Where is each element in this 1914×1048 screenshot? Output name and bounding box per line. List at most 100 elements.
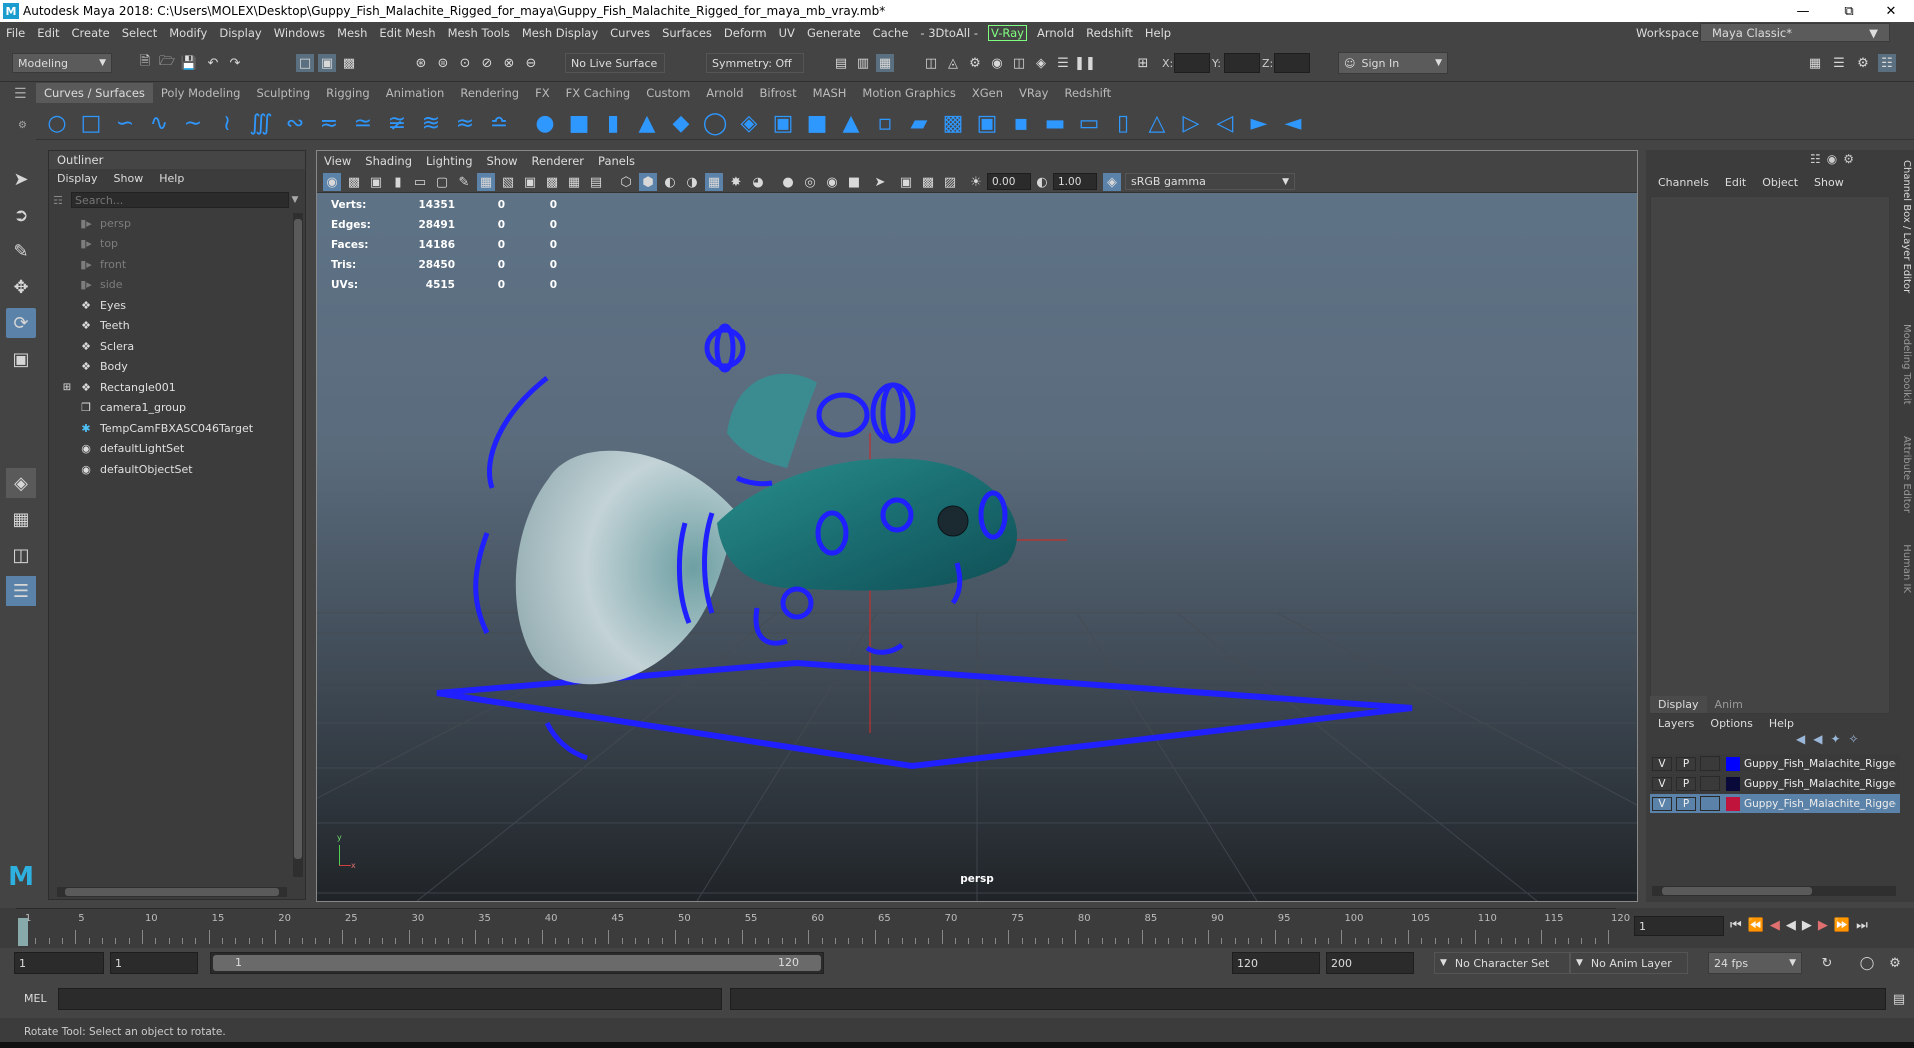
outliner-item[interactable]: ▮▸ persp xyxy=(49,213,285,233)
construction-history-icon[interactable]: ▥ xyxy=(854,54,872,72)
snap-grid-icon[interactable]: ⊛ xyxy=(412,54,430,72)
menu-item[interactable]: File xyxy=(0,26,31,40)
snap-surface-icon[interactable]: ⊗ xyxy=(500,54,518,72)
expand-icon[interactable]: ⊞ xyxy=(57,382,77,393)
sculpt-geometry-icon[interactable]: ▷ xyxy=(1178,110,1204,136)
film-gate-icon[interactable]: ▧ xyxy=(499,173,517,191)
textured-icon[interactable]: ▦ xyxy=(705,173,723,191)
grease-pencil-icon[interactable]: ✎ xyxy=(455,173,473,191)
use-all-lights-icon[interactable]: ✸ xyxy=(727,173,745,191)
shelf-tab[interactable]: Sculpting xyxy=(248,83,318,103)
move-tool-icon[interactable]: ✥ xyxy=(6,272,36,302)
revolve-icon[interactable]: ◈ xyxy=(736,110,762,136)
four-view-icon[interactable]: ▦ xyxy=(6,504,36,534)
shelf-tab[interactable]: Animation xyxy=(378,83,453,103)
layer-color-swatch[interactable] xyxy=(1726,776,1740,791)
layer-color-swatch[interactable] xyxy=(1726,796,1740,811)
loft-icon[interactable]: ▣ xyxy=(770,110,796,136)
rebuild-curve-icon[interactable]: ≆ xyxy=(384,110,410,136)
xray-joints-icon[interactable]: ▩ xyxy=(919,173,937,191)
viewport-panel[interactable]: View Shading Lighting Show Renderer Panels ◉ … xyxy=(316,150,1638,902)
field-chart-icon[interactable]: ▦ xyxy=(565,173,583,191)
stitch-icon[interactable]: △ xyxy=(1144,110,1170,136)
tool-settings-small-icon[interactable]: ⚙ xyxy=(1843,152,1854,166)
planar-icon[interactable]: ■ xyxy=(804,110,830,136)
ep-curve-icon[interactable]: ∿ xyxy=(146,110,172,136)
layer-tab-anim[interactable]: Anim xyxy=(1707,696,1751,713)
step-back-key-icon[interactable]: ⏪ xyxy=(1748,918,1764,933)
minimize-icon[interactable]: — xyxy=(1780,0,1826,22)
outliner-item[interactable]: ◉ defaultLightSet xyxy=(49,439,285,459)
new-layer-icon[interactable]: ✦ xyxy=(1830,732,1840,746)
shelf-tab[interactable]: FX xyxy=(527,83,558,103)
range-bar[interactable]: 1 120 xyxy=(210,952,824,974)
outliner-item[interactable]: ◉ defaultObjectSet xyxy=(49,459,285,479)
layer-row[interactable]: V P Guppy_Fish_Malachite_Rigged xyxy=(1650,794,1900,813)
bezier-curve-icon[interactable]: ≀ xyxy=(214,110,240,136)
image-plane-icon[interactable]: ▭ xyxy=(411,173,429,191)
lasso-tool-icon[interactable]: ➲ xyxy=(6,200,36,230)
offset-curve-icon[interactable]: ≋ xyxy=(418,110,444,136)
wireframe-icon[interactable]: ⬡ xyxy=(617,173,635,191)
mel-label[interactable]: MEL xyxy=(24,992,47,1005)
timeline-ruler[interactable]: 1 5 10 15 20 25 30 35 40 45 50 55 60 65 70 75 80 85 90 95 10… xyxy=(16,908,1630,948)
shelf-settings-icon[interactable]: ⚙ xyxy=(18,120,27,131)
menu-item[interactable]: Generate xyxy=(801,26,867,40)
outliner-item[interactable]: ❒ camera1_group xyxy=(49,398,285,418)
maximize-icon[interactable]: ⧉ xyxy=(1826,0,1872,22)
screen-space-ao-icon[interactable]: ● xyxy=(779,173,797,191)
anim-layer-dropdown[interactable]: ▼ No Anim Layer xyxy=(1570,952,1688,974)
nurbs-circle-icon[interactable]: ○ xyxy=(44,110,70,136)
attribute-editor-icon[interactable]: ☰ xyxy=(1830,54,1848,72)
exposure-field[interactable]: 0.00 xyxy=(987,173,1031,190)
extend-curve-icon[interactable]: ≈ xyxy=(452,110,478,136)
menu-item[interactable]: Modify xyxy=(163,26,213,40)
menu-vray[interactable]: V-Ray xyxy=(988,25,1027,41)
display-toggle-icon[interactable]: ▦ xyxy=(876,54,894,72)
mel-input[interactable] xyxy=(58,988,722,1010)
menu-item[interactable]: Create xyxy=(66,26,116,40)
untrim-icon[interactable]: ▬ xyxy=(1042,110,1068,136)
render-current-icon[interactable]: ◫ xyxy=(922,54,940,72)
select-object-icon[interactable]: ▣ xyxy=(318,54,336,72)
scene-canvas[interactable] xyxy=(317,193,1637,901)
layer-type-toggle[interactable] xyxy=(1700,756,1720,771)
menu-item[interactable]: Mesh Tools xyxy=(442,26,516,40)
safe-action-icon[interactable]: ▤ xyxy=(587,173,605,191)
channel-box-icon[interactable]: ☷ xyxy=(1810,152,1821,166)
current-time-marker[interactable] xyxy=(18,918,28,946)
menu-item[interactable]: Surfaces xyxy=(656,26,718,40)
outliner-item[interactable]: ❖ Body xyxy=(49,357,285,377)
range-handle[interactable] xyxy=(213,955,821,971)
layer-type-toggle[interactable] xyxy=(1700,796,1720,811)
play-backwards-icon[interactable]: ◀ xyxy=(1786,918,1796,933)
nurbs-sphere-icon[interactable]: ● xyxy=(532,110,558,136)
channel-box-menu-item[interactable]: Channels xyxy=(1650,176,1717,189)
xray-components-icon[interactable]: ▨ xyxy=(941,173,959,191)
shelf-tab[interactable]: MASH xyxy=(805,83,855,103)
camera-lock-icon[interactable]: ▩ xyxy=(345,173,363,191)
render-settings-icon[interactable]: ⚙ xyxy=(966,54,984,72)
snap-vertex-icon[interactable]: ⊖ xyxy=(522,54,540,72)
undo-icon[interactable]: ↶ xyxy=(204,54,222,72)
chevron-down-icon[interactable]: ▼ xyxy=(289,195,301,205)
layer-type-toggle[interactable] xyxy=(1700,776,1720,791)
history-icon[interactable]: ▤ xyxy=(832,54,850,72)
nurbs-plane-icon[interactable]: ◆ xyxy=(668,110,694,136)
shelf-tab[interactable]: VRay xyxy=(1011,83,1056,103)
layer-menu-item[interactable]: Help xyxy=(1761,717,1802,730)
script-editor-icon[interactable]: ▤ xyxy=(1890,990,1908,1008)
layer-visibility-toggle[interactable]: V xyxy=(1652,776,1672,791)
viewport-menu-item[interactable]: Lighting xyxy=(419,154,479,168)
layer-visibility-toggle[interactable]: V xyxy=(1652,796,1672,811)
shelf-tab[interactable]: Curves / Surfaces xyxy=(36,83,153,103)
play-forwards-icon[interactable]: ▶ xyxy=(1802,918,1812,933)
single-view-icon[interactable]: ◈ xyxy=(6,468,36,498)
square-surface-icon[interactable]: ▩ xyxy=(940,110,966,136)
camera-attributes-icon[interactable]: ▣ xyxy=(367,173,385,191)
new-layer-selected-icon[interactable]: ✧ xyxy=(1849,732,1859,746)
layer-tab-display[interactable]: Display xyxy=(1650,695,1707,713)
layer-row[interactable]: V P Guppy_Fish_Malachite_Rigged xyxy=(1650,754,1900,773)
shelf-tab[interactable]: Rigging xyxy=(318,83,378,103)
color-space-dropdown[interactable]: sRGB gamma ▼ xyxy=(1125,173,1295,190)
